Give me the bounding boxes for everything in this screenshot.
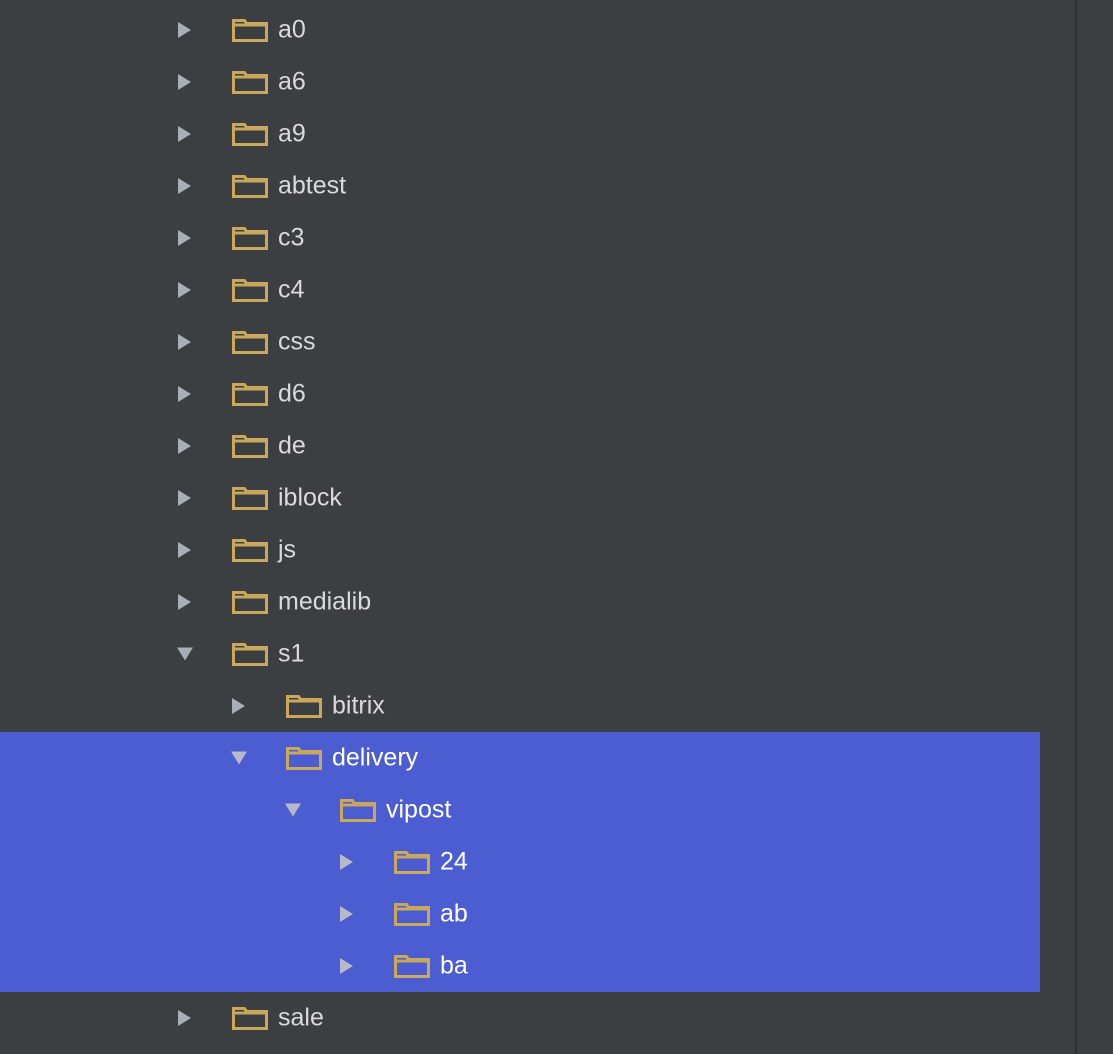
tree-row-d6[interactable]: d6 <box>0 368 1040 420</box>
tree-item-label: ab <box>440 899 468 928</box>
tree-item-label: bitrix <box>332 691 385 720</box>
tree-row-a9[interactable]: a9 <box>0 108 1040 160</box>
tree-item-label: css <box>278 327 316 356</box>
tree-item-label: sale <box>278 1003 324 1032</box>
tree-row-css[interactable]: css <box>0 316 1040 368</box>
tree-item-label: iblock <box>278 483 342 512</box>
folder-icon <box>232 1007 268 1030</box>
tree-item-label: c4 <box>278 275 305 304</box>
folder-icon <box>232 71 268 94</box>
folder-icon <box>232 383 268 406</box>
folder-icon <box>232 331 268 354</box>
tree-item-label: abtest <box>278 171 347 200</box>
tree-row-delivery[interactable]: delivery <box>0 732 1040 784</box>
tree-item-label: medialib <box>278 587 372 616</box>
tree-item-label: de <box>278 431 306 460</box>
folder-icon <box>232 279 268 302</box>
tree-row-bitrix[interactable]: bitrix <box>0 680 1040 732</box>
tree-item-label: js <box>278 535 297 564</box>
tree-item-label: d6 <box>278 379 306 408</box>
tree-row-24[interactable]: 24 <box>0 836 1040 888</box>
tree-item-label: ba <box>440 951 468 980</box>
folder-icon <box>232 435 268 458</box>
tree-row-abtest[interactable]: abtest <box>0 160 1040 212</box>
collapsed-arrow-icon[interactable] <box>178 230 191 246</box>
collapsed-arrow-icon[interactable] <box>178 178 191 194</box>
tree-item-label: s1 <box>278 639 305 668</box>
expanded-arrow-icon[interactable] <box>285 803 301 817</box>
folder-icon <box>340 799 376 822</box>
folder-icon <box>394 903 430 926</box>
folder-icon <box>232 123 268 146</box>
tree-row-vipost[interactable]: vipost <box>0 784 1040 836</box>
tree-item-label: a6 <box>278 67 306 96</box>
tree-item-label: a9 <box>278 119 306 148</box>
tree-item-label: 24 <box>440 847 468 876</box>
tree-row-a0[interactable]: a0 <box>0 4 1040 56</box>
folder-icon <box>232 227 268 250</box>
tree-row-a6[interactable]: a6 <box>0 56 1040 108</box>
collapsed-arrow-icon[interactable] <box>178 22 191 38</box>
folder-icon <box>232 19 268 42</box>
folder-icon <box>286 747 322 770</box>
tree-row-ba[interactable]: ba <box>0 940 1040 992</box>
collapsed-arrow-icon[interactable] <box>178 74 191 90</box>
collapsed-arrow-icon[interactable] <box>178 1010 191 1026</box>
expanded-arrow-icon[interactable] <box>231 751 247 765</box>
tree-row-iblock[interactable]: iblock <box>0 472 1040 524</box>
tree-item-label: c3 <box>278 223 305 252</box>
folder-icon <box>232 539 268 562</box>
tree-row-c3[interactable]: c3 <box>0 212 1040 264</box>
folder-icon <box>232 487 268 510</box>
tree-row-c4[interactable]: c4 <box>0 264 1040 316</box>
tree-item-label: vipost <box>386 795 452 824</box>
tree-row-medialib[interactable]: medialib <box>0 576 1040 628</box>
folder-icon <box>232 175 268 198</box>
tree-item-label: a0 <box>278 15 306 44</box>
collapsed-arrow-icon[interactable] <box>340 958 353 974</box>
folder-icon <box>286 695 322 718</box>
tree-row-js[interactable]: js <box>0 524 1040 576</box>
folder-icon <box>394 955 430 978</box>
tree-row-sale[interactable]: sale <box>0 992 1040 1044</box>
expanded-arrow-icon[interactable] <box>177 647 193 661</box>
right-panel <box>1077 0 1113 1054</box>
collapsed-arrow-icon[interactable] <box>232 698 245 714</box>
tree-row-de[interactable]: de <box>0 420 1040 472</box>
collapsed-arrow-icon[interactable] <box>340 906 353 922</box>
folder-icon <box>232 591 268 614</box>
collapsed-arrow-icon[interactable] <box>178 542 191 558</box>
folder-icon <box>232 643 268 666</box>
project-tree: a0 a6 a9 abtest c3 c4 css d6 de iblock js medialib s… <box>0 0 1075 1054</box>
tree-item-label: delivery <box>332 743 419 772</box>
collapsed-arrow-icon[interactable] <box>178 334 191 350</box>
collapsed-arrow-icon[interactable] <box>178 594 191 610</box>
collapsed-arrow-icon[interactable] <box>178 126 191 142</box>
collapsed-arrow-icon[interactable] <box>178 386 191 402</box>
collapsed-arrow-icon[interactable] <box>178 490 191 506</box>
collapsed-arrow-icon[interactable] <box>178 438 191 454</box>
folder-icon <box>394 851 430 874</box>
tree-row-ab[interactable]: ab <box>0 888 1040 940</box>
collapsed-arrow-icon[interactable] <box>340 854 353 870</box>
tree-row-s1[interactable]: s1 <box>0 628 1040 680</box>
collapsed-arrow-icon[interactable] <box>178 282 191 298</box>
